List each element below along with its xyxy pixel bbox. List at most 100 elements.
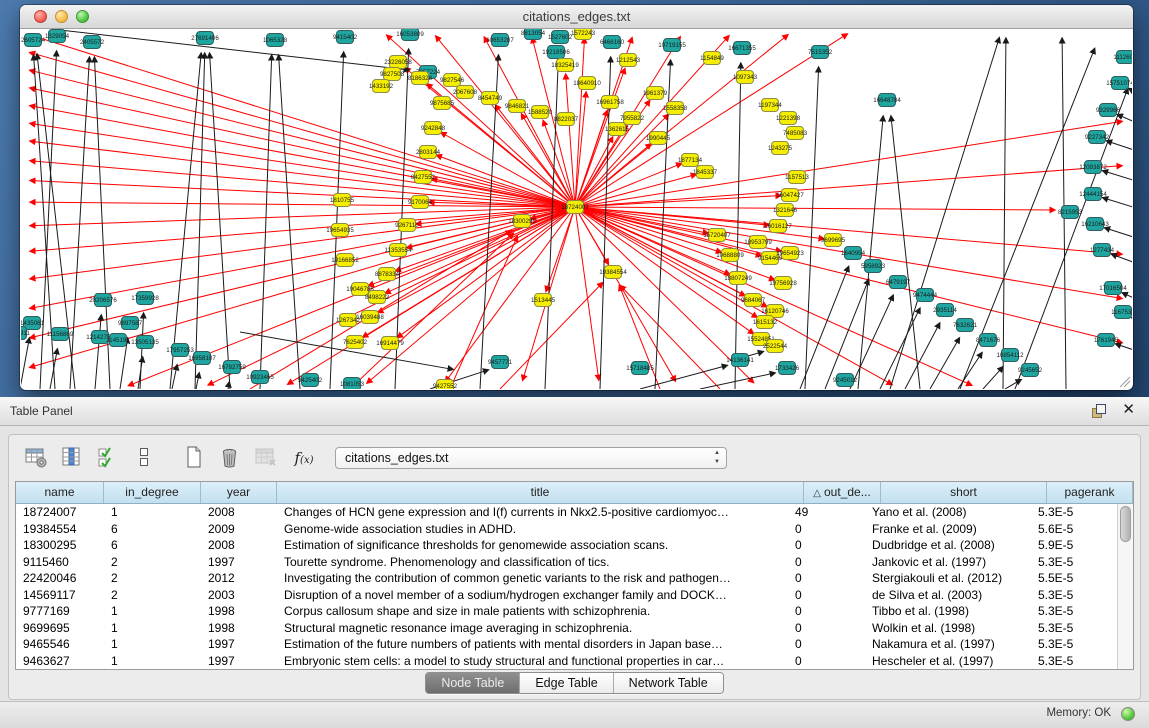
graph-node[interactable]: 19218506	[542, 46, 570, 59]
graph-node[interactable]: 8215953	[1058, 206, 1083, 219]
graph-node[interactable]: 1588520	[528, 106, 553, 119]
float-panel-icon[interactable]	[1091, 403, 1107, 419]
graph-node[interactable]: 11353554	[384, 244, 412, 257]
graph-node[interactable]: 2605724	[21, 34, 46, 47]
graph-node[interactable]: 1733426	[775, 362, 800, 375]
graph-node[interactable]: 1433192	[369, 80, 394, 93]
graph-node[interactable]: 8822037	[554, 113, 579, 126]
delete-table-button[interactable]	[251, 443, 281, 473]
column-header-title[interactable]: title	[277, 482, 804, 503]
column-header-short[interactable]: short	[881, 482, 1047, 503]
tab-node-table[interactable]: Node Table	[426, 673, 519, 693]
graph-node[interactable]: 27691406	[191, 32, 219, 45]
table-row[interactable]: 2242004622012Investigating the contribut…	[16, 570, 1117, 587]
table-row[interactable]: 946362711997Embryonic stem cells: a mode…	[16, 653, 1117, 670]
graph-node[interactable]: 9875685	[430, 97, 455, 110]
graph-node[interactable]: 16648784	[873, 94, 901, 107]
graph-node[interactable]: 10719155	[658, 39, 686, 52]
graph-node[interactable]: 10653287	[486, 34, 514, 47]
graph-node[interactable]: 9267110	[395, 219, 419, 232]
graph-node[interactable]: 1329054	[45, 30, 70, 43]
close-panel-icon[interactable]: ✕	[1122, 400, 1135, 418]
graph-node[interactable]: 1154849	[700, 52, 724, 65]
graph-node[interactable]: 1112604	[1113, 51, 1132, 64]
graph-node[interactable]: 2405572	[80, 36, 105, 49]
graph-node[interactable]: 1243275	[768, 142, 793, 155]
graph-node[interactable]: 9329966	[1096, 104, 1121, 117]
column-header-pagerank[interactable]: pagerank	[1047, 482, 1133, 503]
table-row[interactable]: 977716911998Corpus callosum shape and si…	[16, 603, 1117, 620]
graph-node[interactable]: 1845337	[693, 166, 718, 179]
graph-node[interactable]: 7485083	[783, 127, 808, 140]
graph-node[interactable]: 7632621	[953, 319, 978, 332]
memory-status-icon[interactable]	[1121, 707, 1135, 721]
graph-node[interactable]: 1097343	[733, 71, 758, 84]
select-columns-button[interactable]	[93, 443, 123, 473]
graph-node[interactable]: 9245012	[833, 374, 858, 387]
graph-node[interactable]: 1157513	[785, 171, 809, 184]
graph-node[interactable]: 19756928	[769, 277, 797, 290]
graph-node[interactable]: 10854112	[996, 349, 1024, 362]
graph-node[interactable]: 10923465	[246, 371, 274, 384]
graph-node[interactable]: 9425402	[298, 374, 323, 387]
graph-node[interactable]: 16016127	[764, 220, 792, 233]
show-columns-button[interactable]	[57, 443, 87, 473]
graph-node[interactable]: 15751074	[1106, 77, 1132, 90]
graph-node[interactable]: 9170064	[408, 196, 433, 209]
graph-node[interactable]: 12093872	[1079, 161, 1107, 174]
graph-node[interactable]: 16961758	[596, 96, 624, 109]
graph-node[interactable]: 1640954	[841, 247, 866, 260]
graph-node[interactable]: 1527602	[548, 31, 573, 44]
graph-node[interactable]: 9827546	[440, 74, 465, 87]
graph-node[interactable]: 16671355	[728, 42, 756, 55]
graph-node[interactable]: 2803144	[416, 146, 441, 159]
graph-node[interactable]: 9699695	[821, 234, 846, 247]
graph-node[interactable]: 2067608	[453, 86, 478, 99]
graph-node[interactable]: 1167533	[1111, 306, 1132, 319]
graph-node[interactable]: 18325419	[551, 59, 579, 72]
table-settings-button[interactable]	[21, 443, 51, 473]
graph-node[interactable]: 1221398	[776, 112, 801, 125]
graph-node[interactable]: 7515352	[808, 46, 833, 59]
window-titlebar[interactable]: citations_edges.txt	[20, 5, 1133, 29]
graph-node[interactable]: 17359928	[131, 292, 159, 305]
graph-node[interactable]: 1321646	[773, 204, 798, 217]
column-header-in-degree[interactable]: in_degree	[104, 482, 201, 503]
graph-node[interactable]: 9415402	[333, 31, 358, 44]
graph-node[interactable]: 6479197	[886, 276, 911, 289]
graph-node[interactable]: 13505135	[131, 336, 159, 349]
zoom-window-button[interactable]	[76, 10, 89, 23]
graph-node[interactable]: 1572243	[571, 29, 596, 40]
graph-node[interactable]: 1197344	[758, 99, 782, 112]
graph-node[interactable]: 5958923	[861, 260, 886, 273]
graph-node[interactable]: 16782759	[218, 361, 246, 374]
graph-node[interactable]: 16053809	[396, 29, 424, 41]
column-header-name[interactable]: name	[16, 482, 104, 503]
function-builder-icon[interactable]: f(x)	[287, 449, 321, 467]
close-window-button[interactable]	[34, 10, 47, 23]
graph-node[interactable]: 9245652	[1018, 364, 1043, 377]
graph-node[interactable]: 1558358	[663, 102, 688, 115]
tab-edge-table[interactable]: Edge Table	[519, 673, 612, 693]
minimize-window-button[interactable]	[55, 10, 68, 23]
graph-node[interactable]: 1145191	[106, 334, 130, 347]
graph-node[interactable]: 9227342	[1085, 131, 1110, 144]
graph-node[interactable]: 1761945	[1094, 334, 1119, 347]
graph-node[interactable]: 9897587	[118, 317, 143, 330]
column-header-out-de-[interactable]: △out_de...	[804, 482, 881, 503]
graph-node[interactable]: 2522544	[763, 340, 788, 353]
graph-node[interactable]: 8454749	[478, 92, 503, 105]
table-row[interactable]: 1938455462009Genome-wide association stu…	[16, 521, 1117, 538]
table-scrollbar[interactable]	[1117, 504, 1133, 669]
table-scrollbar-thumb[interactable]	[1120, 506, 1131, 542]
graph-node[interactable]: 16210643	[1081, 218, 1109, 231]
column-header-year[interactable]: year	[201, 482, 277, 503]
table-row[interactable]: 1456911722003Disruption of a novel membe…	[16, 587, 1117, 604]
graph-node[interactable]: 9474444	[913, 289, 938, 302]
graph-node[interactable]: 1961379	[643, 87, 668, 100]
graph-node[interactable]: 1212543	[616, 54, 641, 67]
graph-node[interactable]: 18953799	[744, 236, 772, 249]
graph-node[interactable]: 1513445	[531, 294, 556, 307]
graph-node[interactable]: 1877134	[678, 154, 703, 167]
graph-node[interactable]: 8427552	[411, 171, 436, 184]
